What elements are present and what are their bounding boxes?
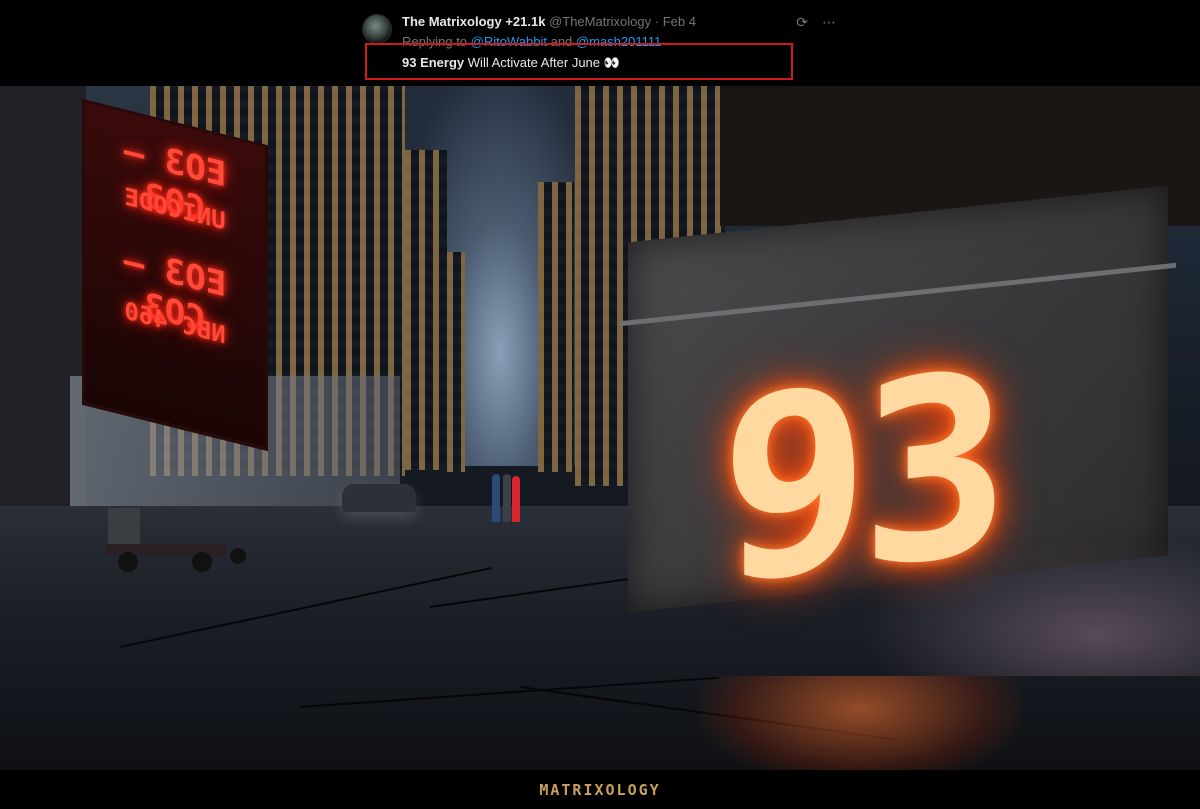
car [342, 484, 416, 512]
meta-separator: · [654, 14, 660, 29]
tweet-actions: ⟳ ⋯ [796, 14, 836, 31]
tweet-text-bold: 93 Energy [402, 55, 465, 70]
footer: MATRIXOLOGY [0, 770, 1200, 809]
author-handle[interactable]: @TheMatrixology [549, 14, 651, 29]
person [512, 476, 520, 522]
neon-reflection [700, 676, 1020, 770]
tweet-date[interactable]: Feb 4 [663, 14, 696, 29]
led-signboard: EO3 — CO3 UNICODE EO3 — CO3 NBC 460 [82, 98, 268, 452]
person [503, 474, 511, 522]
tweet-text-rest: Will Activate After June 👀 [467, 55, 620, 70]
avatar[interactable] [362, 14, 392, 44]
author-name[interactable]: The Matrixology [402, 14, 502, 29]
brand-watermark: MATRIXOLOGY [539, 780, 661, 799]
more-icon[interactable]: ⋯ [822, 14, 836, 31]
tweet-meta: The Matrixology +21.1k @TheMatrixology ·… [402, 14, 696, 29]
refresh-icon[interactable]: ⟳ [796, 14, 808, 31]
tweet-text: 93 Energy Will Activate After June 👀 [402, 55, 620, 71]
person [492, 474, 500, 522]
tower [447, 252, 465, 472]
tower [405, 150, 447, 470]
scene-image: EO3 — CO3 UNICODE EO3 — CO3 NBC 460 93 [0, 86, 1200, 770]
follower-count: +21.1k [505, 14, 546, 29]
utility-cart [106, 508, 246, 572]
tower [538, 182, 574, 472]
fog [860, 536, 1200, 676]
